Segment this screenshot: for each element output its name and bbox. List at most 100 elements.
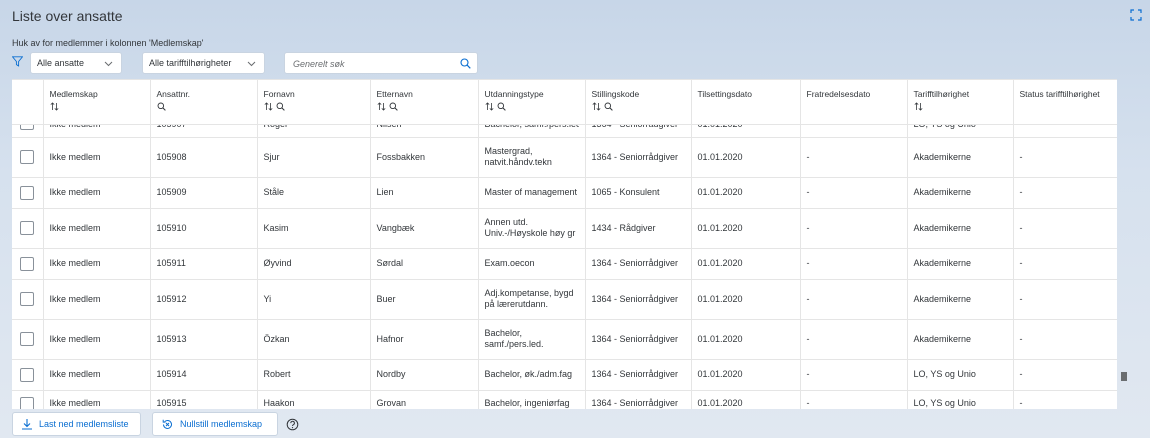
row-checkbox[interactable] <box>20 332 35 346</box>
fullscreen-icon[interactable] <box>1130 9 1142 21</box>
cell-text: 01.01.2020 <box>697 222 743 233</box>
table-row[interactable]: Ikke medlem 105910 Kasim Vangbæk Annen utd. … <box>12 208 1117 249</box>
cell-text: Bachelor, samf./pers.led. <box>485 125 579 130</box>
sort-icon[interactable] <box>50 101 59 111</box>
cell-position-code: 1364 - Seniorrådgiver <box>585 248 692 280</box>
cell-employee-number: 105913 <box>150 319 258 360</box>
cell-text: 105915 <box>156 398 187 408</box>
download-list-label: Last ned medlemsliste <box>39 419 129 429</box>
search-icon[interactable] <box>604 102 613 111</box>
cell-education-type: Mastergrad, natvit.håndv.tekn <box>478 137 586 178</box>
sort-icon[interactable] <box>485 101 494 111</box>
cell-text: 1364 - Seniorrådgiver <box>591 293 679 304</box>
tariff-select[interactable]: Alle tarifftilhørigheter <box>142 52 265 74</box>
cell-text: Yi <box>263 293 272 304</box>
scrollbar-thumb[interactable] <box>1121 372 1127 381</box>
cell-text: Mastergrad, natvit.håndv.tekn <box>484 146 552 167</box>
cell-membership: Ikke medlem <box>43 124 151 138</box>
cell-employee-number: 105908 <box>150 137 258 178</box>
row-checkbox[interactable] <box>20 292 35 306</box>
table-row[interactable]: Ikke medlem 105911 Øyvind Sørdal Exam.oecon 1… <box>12 248 1117 280</box>
row-checkbox[interactable] <box>20 185 35 200</box>
cell-last-name: Nilsen <box>370 124 479 138</box>
search-icon[interactable] <box>389 102 398 111</box>
cell-text: Nordby <box>376 369 406 379</box>
column-header-label: Fornavn <box>263 89 295 99</box>
cell-text: Ikke medlem <box>49 293 101 304</box>
cell-text: Ikke medlem <box>49 398 101 408</box>
row-select-cell <box>12 124 44 138</box>
search-icon[interactable] <box>497 102 506 111</box>
cell-last-name: Fossbakken <box>370 137 479 178</box>
cell-text: Roger <box>264 125 289 130</box>
sort-icon[interactable] <box>592 101 601 111</box>
employees-select[interactable]: Alle ansatte <box>30 52 122 74</box>
table-row[interactable]: Ikke medlem 105912 Yi Buer Adj.kompetanse, b… <box>12 279 1117 320</box>
cell-text: Annen utd. Univ.-/Høyskole høy gr <box>484 217 576 238</box>
column-header-membership: Medlemskap <box>43 80 151 125</box>
table-row[interactable]: Ikke medlem 105915 Haakon Grovan Bachelor, i… <box>12 390 1117 409</box>
cell-first-name: Özkan <box>257 319 371 360</box>
cell-position-code: 1364 - Seniorrådgiver <box>585 390 692 409</box>
cell-employee-number: 105912 <box>150 279 258 320</box>
cell-text: - <box>806 222 810 233</box>
cell-tariff-status: - <box>1013 248 1117 280</box>
row-checkbox[interactable] <box>20 396 35 409</box>
table-row[interactable]: Ikke medlem 105907 Roger Nilsen Bachelor, sa… <box>12 124 1117 138</box>
help-icon[interactable] <box>286 418 299 431</box>
column-header-education-type: Utdanningstype <box>478 80 586 125</box>
cell-termination-date: - <box>800 208 908 249</box>
cell-position-code: 1364 - Seniorrådgiver <box>585 124 692 138</box>
cell-membership: Ikke medlem <box>43 279 151 320</box>
cell-text: Akademikerne <box>913 222 972 233</box>
reset-membership-button[interactable]: Nullstill medlemskap <box>152 412 278 436</box>
sort-icon[interactable] <box>377 101 386 111</box>
column-header-label: Fratredelsesdato <box>806 89 871 99</box>
table-row[interactable]: Ikke medlem 105909 Ståle Lien Master of mana… <box>12 177 1117 209</box>
cell-text: - <box>1019 333 1023 344</box>
row-select-cell <box>12 248 44 280</box>
search-icon[interactable] <box>276 102 285 111</box>
cell-education-type: Bachelor, samf./pers.led. <box>478 319 586 360</box>
cell-first-name: Haakon <box>257 390 371 409</box>
cell-education-type: Bachelor, samf./pers.led. <box>478 124 586 138</box>
search-input[interactable] <box>293 57 453 70</box>
cell-termination-date: - <box>800 137 908 178</box>
sort-icon[interactable] <box>914 101 923 111</box>
table-row[interactable]: Ikke medlem 105913 Özkan Hafnor Bachelor, sa… <box>12 319 1117 360</box>
cell-last-name: Sørdal <box>370 248 479 280</box>
column-header-label: Etternavn <box>376 89 413 99</box>
sort-icon[interactable] <box>264 101 273 111</box>
cell-text: Ikke medlem <box>49 222 101 233</box>
table-header-row: Medlemskap Ansattnr. Fornavn Etternavn Utdan… <box>12 80 1117 125</box>
cell-hire-date: 01.01.2020 <box>691 359 801 391</box>
cell-employee-number: 105910 <box>150 208 258 249</box>
filter-icon[interactable] <box>12 56 23 67</box>
row-checkbox[interactable] <box>20 367 35 382</box>
cell-termination-date: - <box>800 279 908 320</box>
cell-position-code: 1065 - Konsulent <box>585 177 692 209</box>
cell-tariff-affiliation: Akademikerne <box>907 248 1014 280</box>
reset-icon <box>162 419 172 429</box>
cell-text: Grovan <box>376 398 407 408</box>
cell-employee-number: 105907 <box>150 124 258 138</box>
cell-text: - <box>1019 187 1023 197</box>
cell-text: 1364 - Seniorrådgiver <box>591 369 679 379</box>
table-row[interactable]: Ikke medlem 105914 Robert Nordby Bachelor, ø… <box>12 359 1117 391</box>
search-icon[interactable] <box>157 102 166 111</box>
cell-hire-date: 01.01.2020 <box>691 177 801 209</box>
cell-termination-date: - <box>800 359 908 391</box>
table-row[interactable]: Ikke medlem 105908 Sjur Fossbakken Mastergra… <box>12 137 1117 178</box>
cell-hire-date: 01.01.2020 <box>691 124 801 138</box>
row-checkbox[interactable] <box>20 150 35 164</box>
column-header-label: Status tarifftilhørighet <box>1019 89 1100 99</box>
cell-membership: Ikke medlem <box>43 359 151 391</box>
download-list-button[interactable]: Last ned medlemsliste <box>12 412 141 436</box>
row-select-cell <box>12 177 44 209</box>
row-checkbox[interactable] <box>20 221 35 235</box>
cell-text: Ikke medlem <box>49 333 101 344</box>
row-checkbox[interactable] <box>20 256 35 271</box>
row-checkbox[interactable] <box>20 124 35 130</box>
select-column-header <box>12 80 44 125</box>
search-icon[interactable] <box>460 58 471 69</box>
